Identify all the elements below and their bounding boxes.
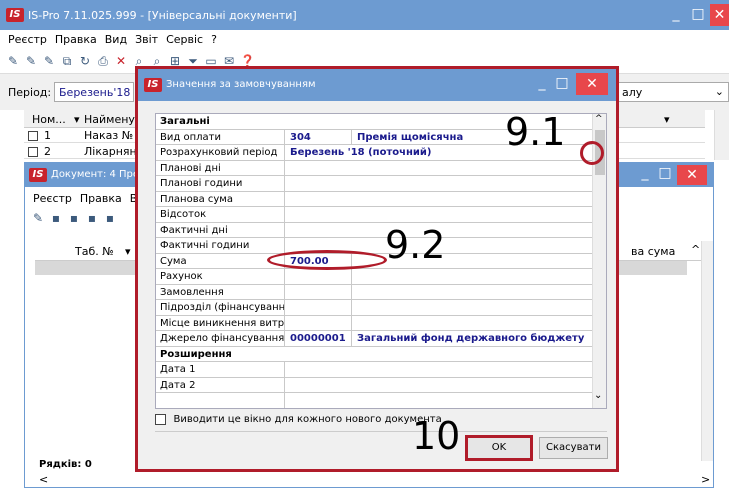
grid-row-section: Розширення bbox=[156, 347, 596, 362]
scroll-down-icon[interactable]: ⌄ bbox=[594, 390, 602, 401]
grid-row[interactable]: Планові години bbox=[156, 176, 596, 192]
doc-logo-icon: IS bbox=[29, 168, 47, 182]
dialog-minimize-icon[interactable]: _ bbox=[534, 75, 550, 91]
doc-delete-icon[interactable]: ▪ bbox=[103, 211, 117, 225]
dialog-title: Значення за замовчуванням bbox=[166, 79, 316, 90]
grid-row[interactable]: Джерело фінансування 00000001 Загальний фо… bbox=[156, 331, 596, 347]
cancel-button[interactable]: Скасувати bbox=[539, 437, 608, 459]
edit-doc-icon[interactable]: ✎ bbox=[24, 54, 38, 68]
annotation-circle-icon bbox=[580, 141, 604, 165]
annotation-ellipse-icon bbox=[267, 250, 387, 270]
document-vscroll[interactable] bbox=[701, 241, 713, 461]
grid-row[interactable]: Планові дні bbox=[156, 160, 596, 176]
grid-row[interactable] bbox=[156, 393, 596, 408]
main-menu-bar: Реєстр Правка Вид Звіт Сервіс? bbox=[0, 30, 729, 50]
right-combo-value: алу bbox=[622, 86, 643, 99]
new-doc-icon[interactable]: ✎ bbox=[6, 54, 20, 68]
col-tab-sort-icon[interactable]: ▾ bbox=[125, 245, 131, 258]
menu-help[interactable]: ? bbox=[207, 30, 221, 49]
grid-row[interactable]: Дата 2 bbox=[156, 377, 596, 393]
row-checkbox[interactable] bbox=[28, 131, 38, 141]
menu-servis[interactable]: Сервіс bbox=[162, 30, 207, 49]
grid-row[interactable]: Місце виникнення витрат bbox=[156, 315, 596, 331]
close-icon[interactable]: ✕ bbox=[710, 4, 729, 26]
right-combo[interactable]: алу ⌄ bbox=[617, 82, 729, 102]
grid-row[interactable]: Дата 1 bbox=[156, 362, 596, 378]
main-title-bar: IS IS-Pro 7.11.025.999 - [Універсальні д… bbox=[0, 0, 729, 30]
dialog-separator bbox=[155, 431, 607, 432]
doc-minimize-icon[interactable]: _ bbox=[637, 165, 653, 181]
sort-icon[interactable]: ▾ bbox=[74, 113, 80, 126]
menu-zvit[interactable]: Звіт bbox=[131, 30, 162, 49]
document-toolbar: ✎ ▪ ▪ ▪ ▪ bbox=[25, 209, 145, 227]
show-every-time-label: Виводити це вікно для кожного нового док… bbox=[173, 414, 442, 425]
doc-menu-pravka[interactable]: Правка bbox=[76, 189, 126, 208]
menu-reestr[interactable]: Реєстр bbox=[0, 30, 51, 49]
main-window-title: IS-Pro 7.11.025.999 - [Універсальні доку… bbox=[28, 9, 297, 22]
row-num: 1 bbox=[44, 129, 51, 142]
doc-copy-icon[interactable]: ▪ bbox=[67, 211, 81, 225]
show-every-time-option[interactable]: Виводити це вікно для кожного нового док… bbox=[155, 412, 455, 428]
ok-button[interactable]: OK bbox=[465, 435, 533, 461]
app-logo-icon: IS bbox=[6, 8, 24, 22]
duplicate-icon[interactable]: ⧉ bbox=[60, 54, 74, 68]
row-name: Лікарнян bbox=[84, 145, 137, 158]
col-sum-header[interactable]: ва сума bbox=[631, 245, 675, 258]
col-tab-header[interactable]: Таб. № bbox=[75, 245, 114, 258]
scroll-up-icon[interactable]: ^ bbox=[691, 243, 700, 256]
print-icon[interactable]: ⎙ bbox=[96, 54, 110, 68]
dialog-maximize-icon[interactable]: □ bbox=[554, 75, 570, 91]
scroll-left-icon[interactable]: < bbox=[39, 473, 48, 486]
doc-add-icon[interactable]: ✎ bbox=[31, 211, 45, 225]
row-num: 2 bbox=[44, 145, 51, 158]
dialog-title-bar: IS Значення за замовчуванням _ □ ✕ bbox=[138, 69, 616, 101]
doc-edit-icon[interactable]: ▪ bbox=[49, 211, 63, 225]
doc-maximize-icon[interactable]: □ bbox=[657, 165, 673, 181]
col-num-header[interactable]: Ном... bbox=[32, 113, 66, 126]
period-label: Період: bbox=[8, 86, 52, 99]
show-every-time-checkbox[interactable] bbox=[155, 413, 166, 425]
rows-count: Рядків: 0 bbox=[39, 459, 92, 470]
find-next-icon[interactable]: ⌕ bbox=[150, 54, 164, 68]
grid-row[interactable]: Фактичні години bbox=[156, 238, 596, 254]
scroll-right-icon[interactable]: > bbox=[701, 473, 710, 486]
period-field[interactable]: Березень'18 bbox=[54, 82, 134, 102]
scroll-up-icon[interactable]: ^ bbox=[595, 114, 603, 124]
doc-menu-reestr[interactable]: Реєстр bbox=[25, 189, 76, 208]
menu-pravka[interactable]: Правка bbox=[51, 30, 101, 49]
dialog-logo-icon: IS bbox=[144, 78, 162, 92]
annotation-10: 10 bbox=[412, 414, 461, 458]
search-icon[interactable]: ⌕ bbox=[132, 54, 146, 68]
refresh-icon[interactable]: ↻ bbox=[78, 54, 92, 68]
grid-row[interactable]: Відсоток bbox=[156, 207, 596, 223]
col-name-header[interactable]: Найменув bbox=[84, 113, 141, 126]
dialog-close-icon[interactable]: ✕ bbox=[576, 73, 608, 95]
copy-doc-icon[interactable]: ✎ bbox=[42, 54, 56, 68]
grid-row[interactable]: Рахунок bbox=[156, 269, 596, 285]
document-menu-bar: Реєстр Правка В bbox=[25, 189, 145, 207]
doc-move-icon[interactable]: ▪ bbox=[85, 211, 99, 225]
minimize-icon[interactable]: _ bbox=[668, 6, 684, 22]
help-icon[interactable]: ❓ bbox=[240, 54, 255, 68]
calc-icon[interactable]: ⊞ bbox=[168, 54, 182, 68]
delete-icon[interactable]: ✕ bbox=[114, 54, 128, 68]
menu-vyd[interactable]: Вид bbox=[101, 30, 131, 49]
annotation-9-2: 9.2 bbox=[385, 223, 446, 267]
grid-row[interactable]: Підрозділ (фінансування) bbox=[156, 300, 596, 316]
form-icon[interactable]: ▭ bbox=[204, 54, 218, 68]
grid-row[interactable]: Фактичні дні bbox=[156, 222, 596, 238]
col-dropdown-icon[interactable]: ▾ bbox=[664, 113, 670, 126]
main-vscroll[interactable] bbox=[714, 110, 729, 160]
maximize-icon[interactable]: □ bbox=[690, 6, 706, 22]
filter-icon[interactable]: ⏷ bbox=[186, 54, 200, 68]
chevron-down-icon[interactable]: ⌄ bbox=[715, 85, 724, 98]
annotation-9-1: 9.1 bbox=[505, 110, 566, 154]
mail-icon[interactable]: ✉ bbox=[222, 54, 236, 68]
row-checkbox[interactable] bbox=[28, 147, 38, 157]
grid-row[interactable]: Планова сума bbox=[156, 191, 596, 207]
doc-close-icon[interactable]: ✕ bbox=[677, 165, 707, 185]
row-name: Наказ № bbox=[84, 129, 134, 142]
grid-row[interactable]: Замовлення bbox=[156, 284, 596, 300]
